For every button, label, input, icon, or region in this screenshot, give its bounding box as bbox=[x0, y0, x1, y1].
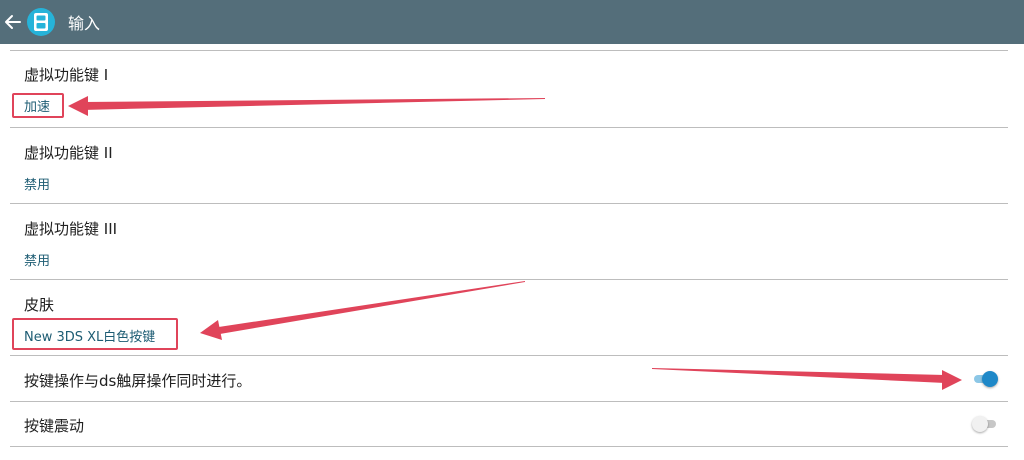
pref-simultaneous-input-title: 按键操作与ds触屏操作同时进行。 bbox=[24, 372, 252, 390]
divider bbox=[10, 279, 1008, 280]
simultaneous-input-toggle[interactable] bbox=[972, 369, 998, 389]
divider bbox=[10, 203, 1008, 204]
pref-virtual-key-3-value: 禁用 bbox=[24, 254, 51, 269]
toggle-thumb bbox=[982, 371, 998, 387]
pref-virtual-key-3-title: 虚拟功能键 III bbox=[24, 220, 118, 238]
pref-virtual-key-2-value: 禁用 bbox=[24, 178, 51, 193]
app-bar: 输入 bbox=[0, 0, 1024, 44]
page-title: 输入 bbox=[68, 14, 101, 33]
annotation-arrowhead bbox=[68, 96, 88, 116]
annotation-arrow bbox=[82, 98, 545, 110]
app-logo-icon bbox=[26, 7, 56, 37]
pref-virtual-key-1-title: 虚拟功能键 I bbox=[24, 66, 109, 84]
pref-vibration-title: 按键震动 bbox=[24, 417, 85, 435]
toggle-thumb bbox=[972, 416, 988, 432]
annotation-arrows bbox=[68, 96, 962, 390]
annotation-arrow bbox=[652, 368, 945, 383]
annotation-highlight-box bbox=[12, 93, 64, 118]
pref-virtual-key-2-title: 虚拟功能键 II bbox=[24, 144, 113, 162]
annotation-highlight-box bbox=[12, 318, 178, 350]
vibration-toggle[interactable] bbox=[972, 414, 998, 434]
divider bbox=[10, 446, 1008, 447]
pref-skin-title: 皮肤 bbox=[24, 296, 55, 314]
divider bbox=[10, 50, 1008, 51]
annotation-arrowhead bbox=[200, 320, 222, 340]
divider bbox=[10, 127, 1008, 128]
divider bbox=[10, 401, 1008, 402]
arrow-back-icon[interactable] bbox=[2, 0, 24, 44]
divider bbox=[10, 355, 1008, 356]
annotation-arrowhead bbox=[942, 370, 962, 390]
annotation-arrow bbox=[212, 281, 525, 335]
